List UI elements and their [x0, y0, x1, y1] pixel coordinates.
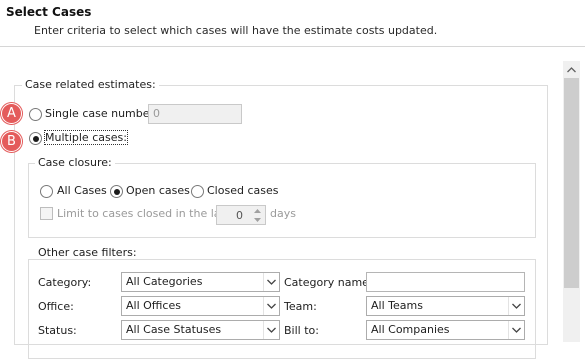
status-value: All Case Statuses: [126, 323, 222, 336]
team-value: All Teams: [371, 299, 423, 312]
bill-to-select[interactable]: All Companies: [366, 320, 525, 340]
category-name-label: Category name:: [284, 276, 373, 289]
header-divider: [0, 46, 585, 47]
office-select[interactable]: All Offices: [121, 296, 280, 316]
page-title: Select Cases: [6, 5, 92, 19]
chevron-down-icon[interactable]: [508, 321, 524, 339]
closed-cases-label: Closed cases: [207, 184, 279, 197]
scroll-up-arrow-icon[interactable]: [563, 61, 580, 78]
spin-down-icon[interactable]: [250, 216, 264, 224]
closed-cases-radio[interactable]: [191, 185, 204, 198]
office-label: Office:: [38, 300, 74, 313]
badge-b: B: [1, 131, 22, 152]
chevron-down-icon[interactable]: [263, 297, 279, 315]
chevron-down-icon[interactable]: [263, 321, 279, 339]
page-subtitle: Enter criteria to select which cases wil…: [34, 24, 438, 37]
bill-to-value: All Companies: [371, 323, 450, 336]
chevron-down-icon[interactable]: [508, 297, 524, 315]
bill-to-label: Bill to:: [284, 324, 319, 337]
team-label: Team:: [284, 300, 317, 313]
open-cases-label: Open cases: [126, 184, 190, 197]
category-select[interactable]: All Categories: [121, 272, 280, 292]
single-case-radio[interactable]: [29, 108, 42, 121]
multiple-cases-radio[interactable]: [29, 132, 42, 145]
all-cases-radio[interactable]: [40, 185, 53, 198]
case-closure-group: [28, 163, 536, 238]
category-value: All Categories: [126, 275, 203, 288]
category-label: Category:: [38, 276, 92, 289]
all-cases-label: All Cases: [57, 184, 107, 197]
open-cases-radio[interactable]: [110, 185, 123, 198]
days-spinner-value: 0: [236, 209, 243, 222]
multiple-cases-label: Multiple cases:: [44, 130, 128, 145]
status-label: Status:: [38, 324, 77, 337]
days-spinner[interactable]: 0: [216, 205, 266, 225]
limit-closed-label: Limit to cases closed in the last:: [57, 207, 235, 220]
single-case-label: Single case number:: [45, 107, 158, 120]
badge-a: A: [1, 103, 22, 124]
single-case-number-input[interactable]: 0: [148, 104, 242, 124]
case-estimates-legend: Case related estimates:: [22, 78, 159, 91]
office-value: All Offices: [126, 299, 181, 312]
limit-closed-checkbox[interactable]: [40, 207, 53, 220]
scrollbar-thumb[interactable]: [564, 78, 579, 288]
spin-up-icon[interactable]: [250, 207, 264, 215]
category-name-input[interactable]: [366, 272, 525, 292]
days-unit-label: days: [270, 207, 296, 220]
status-select[interactable]: All Case Statuses: [121, 320, 280, 340]
other-filters-legend: Other case filters:: [35, 246, 140, 259]
chevron-down-icon[interactable]: [263, 273, 279, 291]
case-closure-legend: Case closure:: [35, 156, 115, 169]
team-select[interactable]: All Teams: [366, 296, 525, 316]
